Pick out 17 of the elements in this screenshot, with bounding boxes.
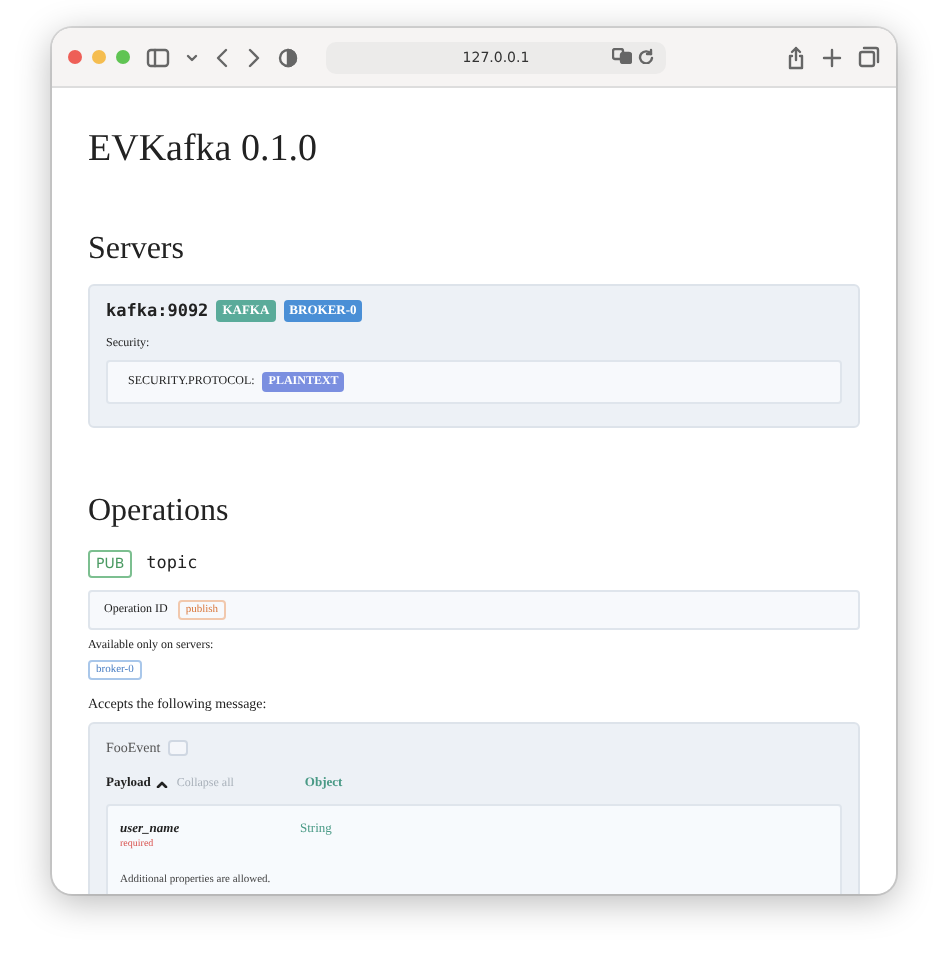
- section-heading: Operations: [88, 494, 231, 530]
- caret-up-icon[interactable]: [156, 779, 169, 787]
- channel-name: topic: [146, 554, 198, 574]
- back-icon[interactable]: [214, 47, 230, 67]
- share-icon[interactable]: [786, 45, 806, 69]
- close-button[interactable]: [68, 50, 82, 64]
- sidebar-icon[interactable]: [146, 47, 170, 67]
- page-title: EVKafka 0.1.0: [88, 128, 319, 172]
- empty-badge: [168, 740, 189, 756]
- translate-icon[interactable]: [612, 47, 632, 63]
- reload-icon[interactable]: [638, 47, 654, 63]
- tabs-icon[interactable]: [858, 46, 880, 68]
- server-host: kafka:9092: [106, 301, 209, 321]
- new-tab-icon[interactable]: [822, 47, 842, 67]
- section-heading: Servers: [88, 232, 186, 268]
- forward-icon[interactable]: [246, 47, 262, 67]
- chevron-down-icon[interactable]: [186, 51, 198, 63]
